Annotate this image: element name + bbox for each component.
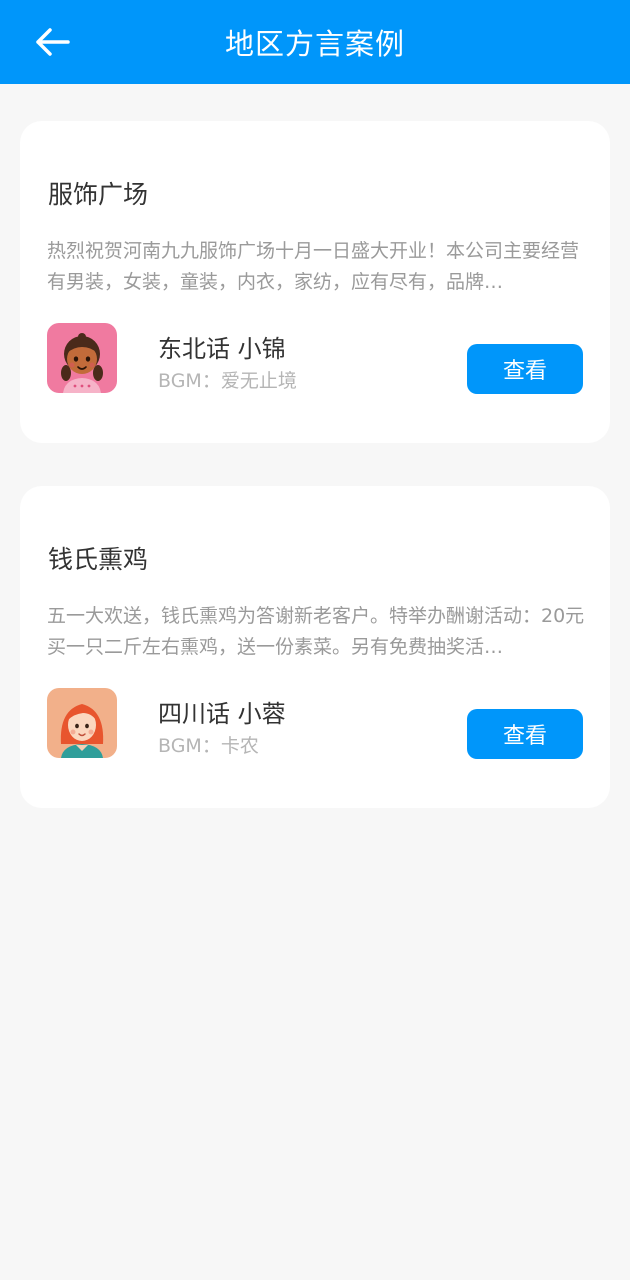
case-title: 服饰广场 xyxy=(48,180,149,209)
bgm-label: BGM：爱无止境 xyxy=(158,370,297,392)
view-button[interactable]: 查看 xyxy=(467,344,583,394)
voice-name: 四川话 小蓉 xyxy=(158,700,286,728)
page-title: 地区方言案例 xyxy=(224,27,405,61)
case-title: 钱氏熏鸡 xyxy=(48,545,149,574)
case-description: 五一大欢送，钱氏熏鸡为答谢新老客户。特举办酬谢活动：20元买一只二斤左右熏鸡，送… xyxy=(47,605,585,658)
girl-redhair-avatar-icon xyxy=(47,688,117,758)
top-bar: 地区方言案例 xyxy=(0,0,630,84)
case-description: 热烈祝贺河南九九服饰广场十月一日盛大开业！本公司主要经营有男装，女装，童装，内衣… xyxy=(47,240,580,293)
voice-name: 东北话 小锦 xyxy=(158,335,286,363)
girl-braids-avatar-icon xyxy=(47,323,117,393)
case-card[interactable]: 服饰广场 热烈祝贺河南九九服饰广场十月一日盛大开业！本公司主要经营有男装，女装，… xyxy=(20,121,610,443)
case-card[interactable]: 钱氏熏鸡 五一大欢送，钱氏熏鸡为答谢新老客户。特举办酬谢活动：20元买一只二斤左… xyxy=(20,486,610,808)
view-button[interactable]: 查看 xyxy=(467,709,583,759)
bgm-label: BGM：卡农 xyxy=(158,735,259,757)
